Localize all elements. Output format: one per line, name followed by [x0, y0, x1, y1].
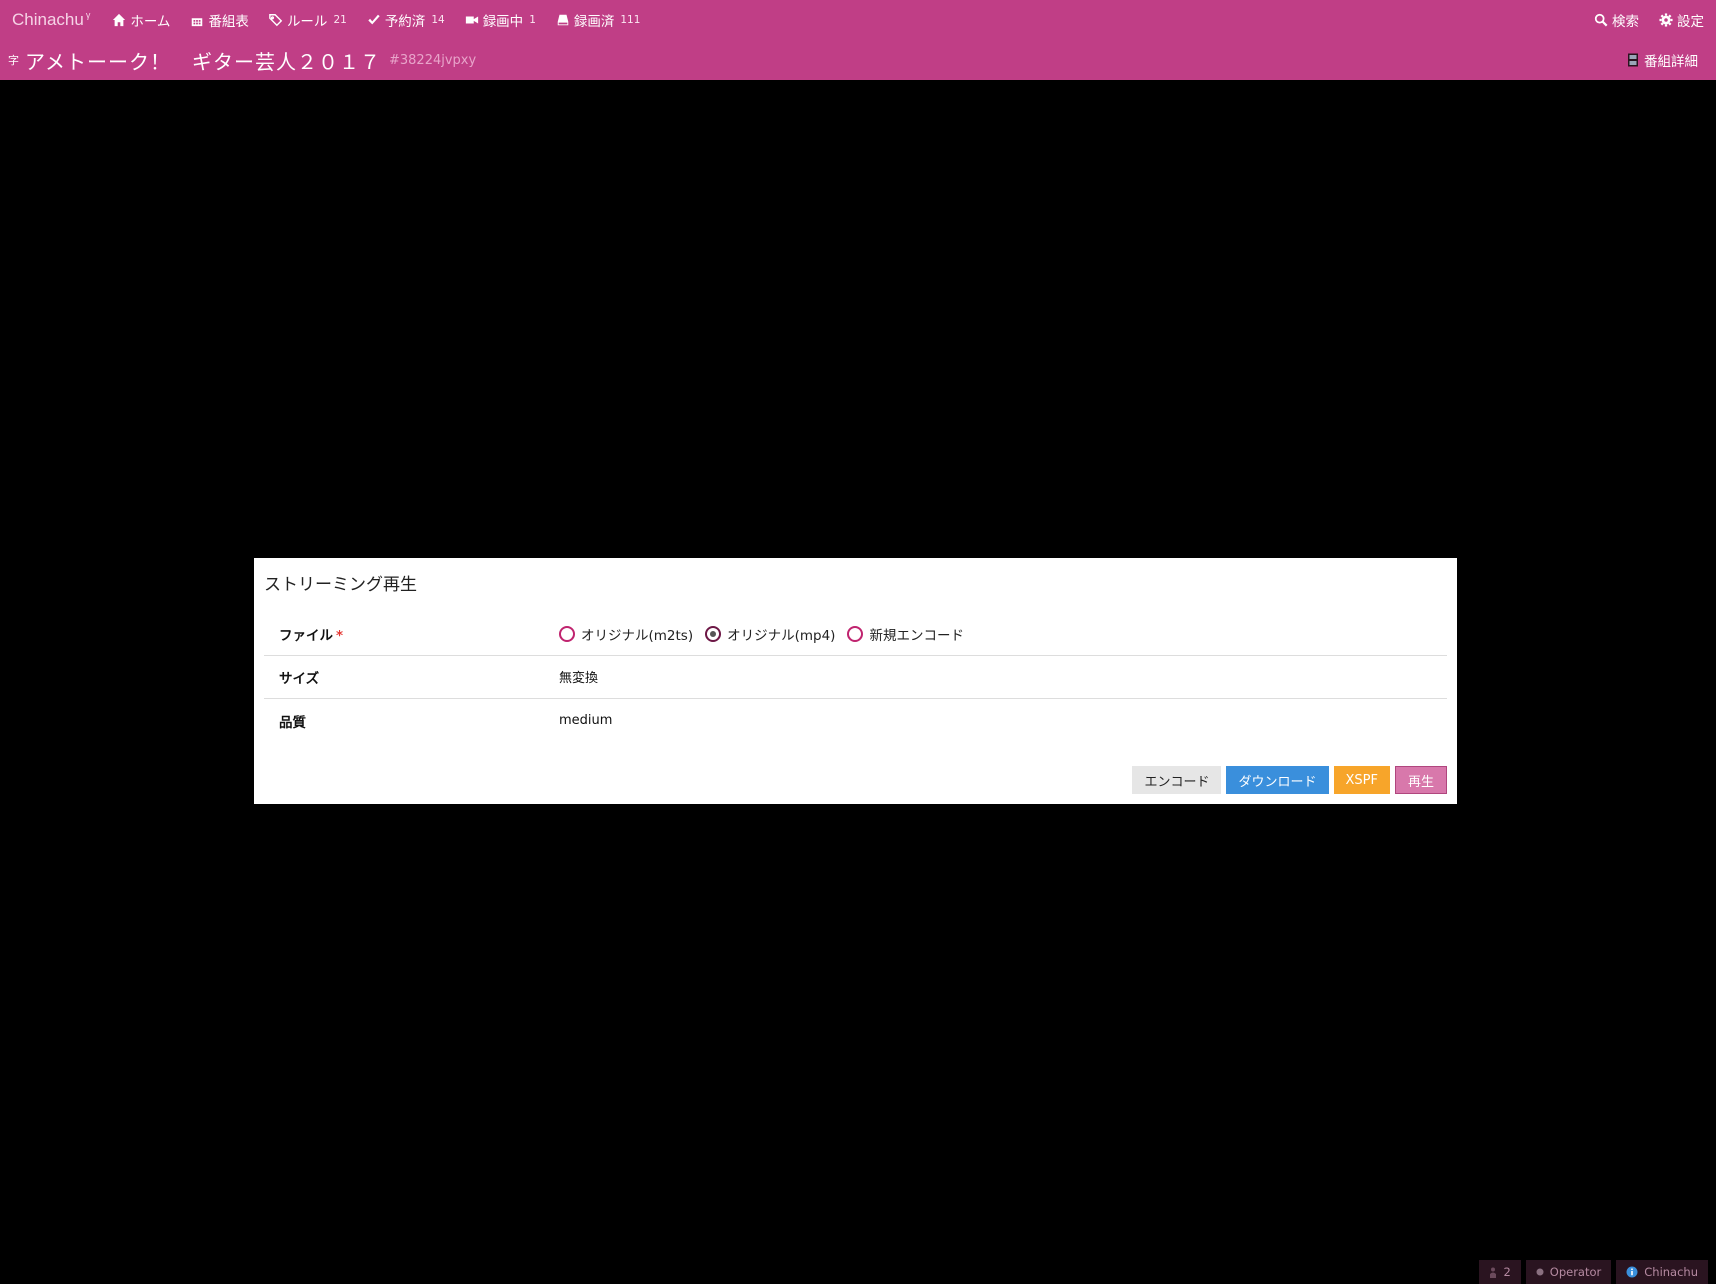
- radio-button[interactable]: [847, 625, 864, 642]
- file-option-new-encode[interactable]: 新規エンコード: [847, 624, 964, 644]
- program-detail-button[interactable]: 番組詳細: [1627, 50, 1698, 70]
- file-options: オリジナル(m2ts) オリジナル(mp4) 新規エンコード: [559, 624, 976, 644]
- encode-button[interactable]: エンコード: [1132, 766, 1222, 794]
- file-row: ファイル * オリジナル(m2ts) オリジナル(mp4) 新規エンコード: [264, 612, 1447, 656]
- operator-label: Operator: [1549, 1265, 1602, 1279]
- file-option-label: オリジナル(mp4): [727, 627, 836, 644]
- app-info-label: Chinachu: [1644, 1265, 1698, 1279]
- quality-value: medium: [559, 713, 613, 728]
- nav-recording[interactable]: 録画中 1: [465, 10, 536, 30]
- file-option-label: オリジナル(m2ts): [581, 627, 694, 644]
- radio-button[interactable]: [559, 625, 575, 642]
- nav-schedule[interactable]: 番組表: [190, 10, 249, 30]
- program-title: アメトーーク！ ギター芸人２０１７: [25, 49, 381, 74]
- nav-recording-label: 録画中: [482, 14, 524, 30]
- status-app-info[interactable]: Chinachu: [1616, 1260, 1708, 1284]
- recorded-count-badge: 111: [620, 14, 641, 26]
- status-operator[interactable]: Operator: [1525, 1260, 1612, 1284]
- nav-settings-label: 設定: [1677, 14, 1704, 30]
- file-label-text: ファイル: [279, 627, 333, 644]
- connection-count: 2: [1503, 1265, 1511, 1279]
- reserved-count-badge: 14: [431, 14, 445, 26]
- dialog-title: ストリーミング再生: [264, 575, 417, 595]
- file-option-mp4[interactable]: オリジナル(mp4): [705, 624, 835, 644]
- main-nav: ホーム 番組表 ルール 21 予約済 14 録画中 1 録画済 111: [112, 10, 660, 30]
- nav-search-label: 検索: [1612, 14, 1639, 30]
- size-value: 無変換: [559, 671, 599, 686]
- file-label: ファイル *: [264, 624, 559, 644]
- required-mark: *: [336, 627, 344, 644]
- search-icon: [1594, 13, 1608, 27]
- streaming-dialog: ストリーミング再生 ファイル * オリジナル(m2ts) オリジナル(mp4) 新…: [254, 558, 1457, 804]
- nav-rules-label: ルール: [286, 14, 328, 30]
- file-option-label: 新規エンコード: [869, 627, 964, 644]
- home-icon: [113, 13, 126, 27]
- nav-recorded-label: 録画済: [573, 14, 615, 30]
- nav-rules[interactable]: ルール 21: [269, 10, 347, 30]
- hdd-icon: [557, 14, 569, 26]
- nav-reserved-label: 予約済: [384, 14, 426, 30]
- brand-logo[interactable]: Chinachu γ: [12, 10, 90, 30]
- quality-row: 品質 medium: [264, 699, 1447, 742]
- gear-icon: [1659, 13, 1673, 27]
- video-camera-icon: [465, 16, 478, 24]
- info-icon: [1626, 1266, 1638, 1278]
- brand-name: Chinachu: [12, 10, 84, 29]
- nav-right: 検索 設定: [1574, 10, 1704, 30]
- status-dot-icon: [1536, 1268, 1544, 1276]
- size-row: サイズ 無変換: [264, 655, 1447, 699]
- file-option-m2ts[interactable]: オリジナル(m2ts): [559, 624, 693, 644]
- nav-schedule-label: 番組表: [208, 14, 249, 30]
- top-navbar: Chinachu γ ホーム 番組表 ルール 21 予約済 14 録画中 1 録画…: [0, 0, 1716, 40]
- xspf-button[interactable]: XSPF: [1333, 766, 1390, 794]
- dialog-actions: エンコード ダウンロード XSPF 再生: [1127, 766, 1447, 794]
- program-id: #38224jvpxy: [389, 52, 477, 68]
- subtitle-badge: 字: [8, 54, 19, 67]
- status-bar: 2 Operator Chinachu: [1474, 1260, 1708, 1284]
- program-detail-label: 番組詳細: [1644, 54, 1698, 70]
- user-icon: [1490, 1267, 1497, 1278]
- nav-search[interactable]: 検索: [1594, 10, 1639, 30]
- quality-label: 品質: [279, 714, 306, 731]
- nav-home-label: ホーム: [130, 14, 171, 30]
- nav-home[interactable]: ホーム: [112, 10, 170, 30]
- recording-count-badge: 1: [529, 14, 536, 26]
- calendar-icon: [192, 15, 203, 27]
- brand-version-mark: γ: [85, 10, 91, 21]
- film-icon: [1628, 53, 1638, 67]
- download-button[interactable]: ダウンロード: [1226, 766, 1329, 794]
- nav-reserved[interactable]: 予約済 14: [367, 10, 445, 30]
- play-button[interactable]: 再生: [1394, 766, 1447, 794]
- nav-recorded[interactable]: 録画済 111: [556, 10, 641, 30]
- rules-count-badge: 21: [333, 14, 347, 26]
- radio-button-selected[interactable]: [705, 625, 722, 642]
- nav-settings[interactable]: 設定: [1659, 10, 1704, 30]
- size-label: サイズ: [279, 670, 320, 687]
- status-connections[interactable]: 2: [1479, 1260, 1521, 1284]
- program-title-bar: 字 アメトーーク！ ギター芸人２０１７ #38224jvpxy 番組詳細: [0, 40, 1716, 80]
- check-icon: [368, 14, 380, 25]
- tags-icon: [269, 14, 283, 27]
